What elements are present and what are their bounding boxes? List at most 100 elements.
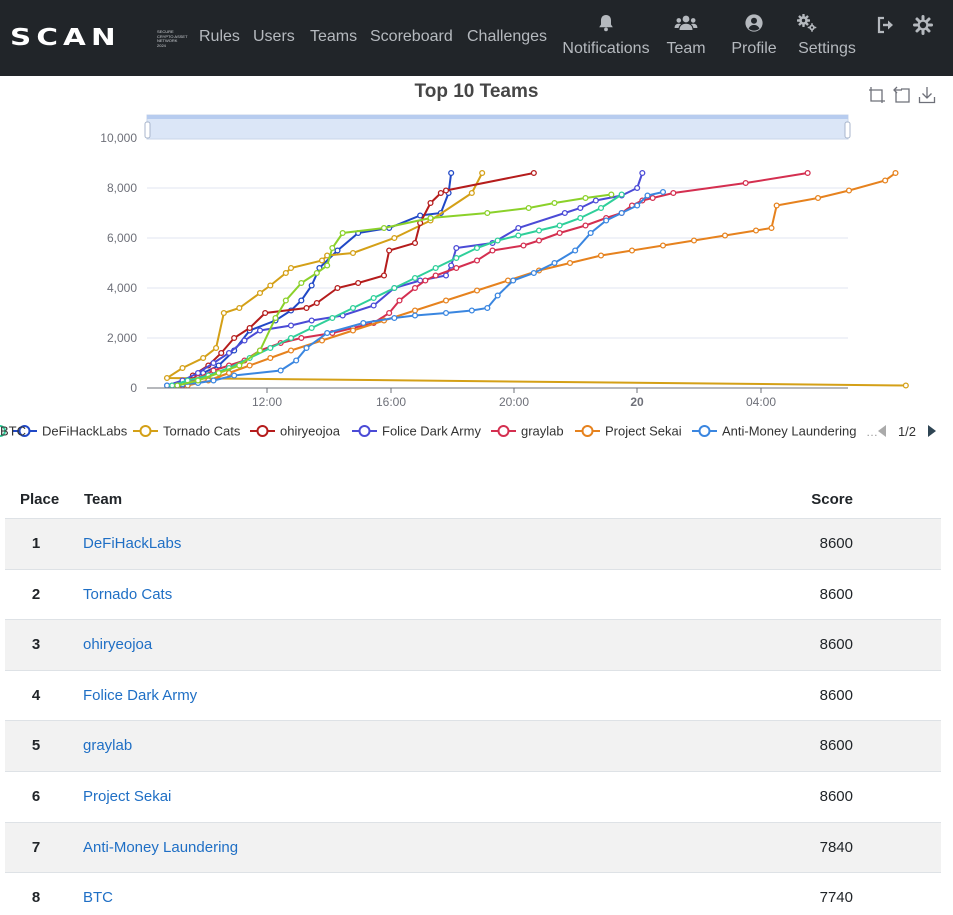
data-point [174, 382, 181, 389]
nav-link-users[interactable]: Users [253, 27, 295, 46]
legend-next-page-icon[interactable] [928, 425, 936, 437]
legend-marker [139, 425, 152, 437]
data-point [411, 307, 419, 314]
team-link[interactable]: DeFiHackLabs [83, 535, 181, 553]
data-point [437, 189, 444, 197]
data-point [386, 247, 393, 254]
data-point [510, 277, 517, 284]
data-point [608, 191, 615, 198]
data-point [287, 322, 295, 329]
nav-notifications[interactable]: Notifications [560, 13, 652, 58]
data-point [194, 377, 202, 384]
nav-link-rules[interactable]: Rules [199, 27, 240, 46]
table-row: 8 BTC 7740 [5, 873, 941, 915]
data-point [504, 277, 512, 284]
data-point [324, 329, 331, 337]
data-point [329, 314, 336, 322]
data-point [515, 232, 522, 239]
team-link[interactable]: graylab [83, 737, 132, 755]
data-point [515, 224, 522, 232]
data-point [582, 222, 589, 229]
data-point [634, 202, 641, 209]
legend-marker [497, 425, 510, 437]
data-point [742, 179, 749, 187]
team-link[interactable]: BTC [83, 889, 113, 907]
data-point [267, 354, 274, 362]
data-point [213, 344, 220, 352]
legend-item-label: DeFiHackLabs [42, 424, 128, 439]
chart[interactable]: 0 2,000 4,000 6,000 8,000 10,000 12:00 16:00 20:… [0, 108, 953, 453]
data-point [308, 282, 315, 289]
data-point [525, 204, 532, 212]
data-point [246, 362, 253, 369]
team-link[interactable]: Folice Dark Army [83, 687, 197, 705]
team-link[interactable]: ohiryeojoa [83, 636, 152, 654]
data-point [370, 302, 377, 309]
data-point [282, 269, 289, 277]
zoom-reset-icon[interactable] [893, 86, 911, 104]
y-tick-label: 6,000 [107, 231, 137, 245]
zoom-icon[interactable] [868, 86, 886, 104]
series-line [171, 172, 453, 387]
legend-prev-page-icon[interactable] [878, 425, 886, 437]
data-point [220, 309, 227, 317]
sign-out-icon[interactable] [876, 15, 896, 35]
nav-link-challenges[interactable]: Challenges [467, 27, 547, 46]
data-point [225, 349, 233, 357]
nav-settings[interactable]: Settings [796, 13, 858, 58]
data-point [308, 324, 315, 332]
x-tick-label: 04:00 [746, 395, 776, 409]
data-point [360, 319, 367, 327]
data-point [442, 297, 450, 304]
row-place: 3 [31, 636, 41, 654]
data-point [484, 304, 491, 312]
team-link[interactable]: Anti-Money Laundering [83, 839, 238, 857]
legend-item-label: ohiryeojoa [280, 424, 341, 439]
team-link[interactable]: Tornado Cats [83, 586, 172, 604]
data-point [329, 244, 336, 252]
data-point [773, 202, 780, 209]
download-icon[interactable] [918, 86, 936, 104]
header-team: Team [84, 491, 123, 508]
data-point [256, 347, 264, 354]
data-point [597, 204, 605, 212]
legend-item-label: Anti-Money Laundering [722, 424, 856, 439]
data-point [339, 229, 346, 237]
data-point [597, 252, 605, 259]
data-point [442, 272, 450, 279]
data-point [442, 309, 450, 317]
data-point [411, 312, 419, 319]
team-link[interactable]: Project Sekai [83, 788, 171, 806]
nav-team[interactable]: Team [666, 13, 706, 58]
legend-marker [358, 425, 371, 437]
row-place: 5 [31, 737, 41, 755]
data-point [200, 354, 207, 362]
data-point [566, 259, 574, 267]
row-score: 8600 [819, 535, 853, 552]
data-point [489, 247, 496, 254]
data-point [334, 284, 341, 292]
data-point [592, 197, 599, 204]
data-point [659, 188, 667, 196]
y-tick-label: 10,000 [100, 131, 137, 145]
legend-marker [256, 425, 269, 437]
nav-link-teams[interactable]: Teams [310, 27, 357, 46]
data-point [349, 304, 357, 312]
row-place: 4 [31, 686, 41, 704]
navbar: SCAN SECURE CRYPTO ASSET NETWORK 2024 Ru… [0, 0, 953, 76]
nav-link-scoreboard[interactable]: Scoreboard [370, 27, 453, 46]
brand-logo[interactable]: SCAN SECURE CRYPTO ASSET NETWORK 2024 [10, 26, 190, 50]
data-point [582, 194, 589, 202]
nav-profile[interactable]: Profile [728, 13, 780, 58]
data-point [231, 334, 238, 342]
data-point [603, 217, 610, 224]
data-point [618, 191, 625, 198]
data-point [902, 382, 909, 389]
data-point [494, 237, 501, 244]
data-point [313, 269, 320, 277]
series-line [182, 172, 808, 387]
data-point [468, 189, 475, 197]
row-score: 8600 [819, 737, 853, 755]
data-point [163, 382, 171, 389]
sun-icon[interactable] [913, 15, 933, 35]
